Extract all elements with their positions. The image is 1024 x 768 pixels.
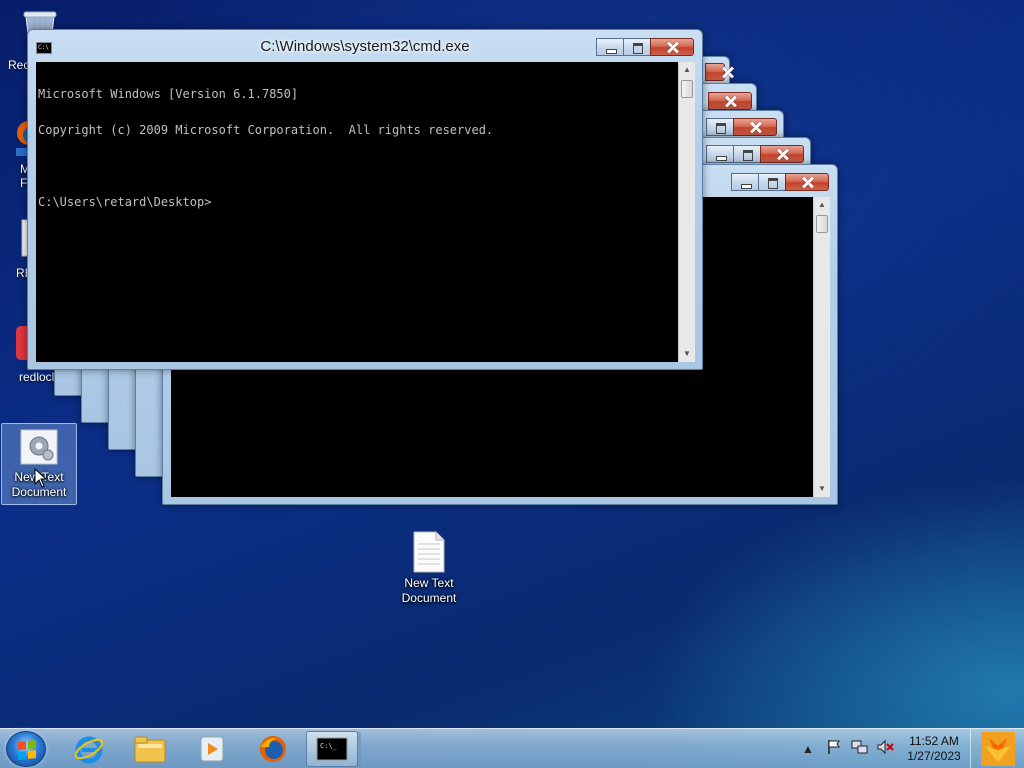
maximize-button[interactable]: [733, 145, 761, 163]
show-desktop-button[interactable]: [970, 729, 1024, 768]
window-controls: [596, 38, 694, 56]
text-document-icon: [413, 531, 445, 573]
close-button[interactable]: [708, 92, 752, 110]
scroll-thumb[interactable]: [681, 80, 693, 98]
cmd-icon: C:\_: [316, 737, 348, 761]
maximize-button[interactable]: [623, 38, 651, 56]
volume-muted-icon[interactable]: [874, 739, 898, 759]
network-icon[interactable]: [848, 739, 872, 759]
close-button[interactable]: [785, 173, 829, 191]
desktop-icon-new-text-document[interactable]: New Text Document: [391, 530, 467, 606]
window-controls: [706, 118, 777, 136]
console-line: Microsoft Windows [Version 6.1.7850]: [38, 87, 299, 101]
window-controls: [706, 145, 804, 163]
close-button[interactable]: [650, 38, 694, 56]
clock-time: 11:52 AM: [909, 734, 959, 748]
cmd-window-main[interactable]: C:\ C:\Windows\system32\cmd.exe Microsof…: [27, 29, 703, 370]
media-player-icon: [200, 736, 224, 762]
minimize-button[interactable]: [596, 38, 624, 56]
taskbar-media-player[interactable]: [182, 731, 240, 767]
firefox-icon: [260, 736, 286, 762]
settings-document-icon: [20, 429, 58, 465]
scroll-down-arrow-icon[interactable]: ▼: [679, 346, 695, 362]
minimize-button[interactable]: [731, 173, 759, 191]
close-button[interactable]: [733, 118, 777, 136]
taskbar-clock[interactable]: 11:52 AM 1/27/2023: [906, 734, 962, 764]
console-line: Copyright (c) 2009 Microsoft Corporation…: [38, 123, 494, 137]
maximize-button[interactable]: [706, 118, 734, 136]
taskbar-internet-explorer[interactable]: [60, 731, 118, 767]
svg-text:C:\_: C:\_: [320, 742, 338, 750]
desktop-icon-label: New Text Document: [401, 576, 457, 605]
scroll-thumb[interactable]: [816, 215, 828, 233]
desktop-icon-new-text-document-selected[interactable]: New Text Document: [1, 423, 77, 505]
taskbar-cmd[interactable]: C:\_: [306, 731, 358, 767]
system-tray: ▲: [794, 729, 898, 768]
user-flower-picture-icon: [980, 732, 1015, 766]
taskbar: C:\_ ▲ 11:52 AM 1/27/2023: [0, 728, 1024, 768]
action-center-flag-icon[interactable]: [822, 739, 846, 759]
windows-logo-icon: [18, 740, 36, 760]
vertical-scrollbar[interactable]: ▲ ▼: [813, 197, 830, 497]
clock-date: 1/27/2023: [907, 749, 961, 763]
window-controls: [705, 63, 725, 81]
taskbar-windows-explorer[interactable]: [121, 731, 179, 767]
scroll-down-arrow-icon[interactable]: ▼: [814, 481, 830, 497]
minimize-button[interactable]: [706, 145, 734, 163]
window-controls: [708, 92, 752, 110]
start-button[interactable]: [6, 731, 46, 767]
close-button[interactable]: [705, 63, 725, 81]
internet-explorer-icon: [74, 736, 104, 764]
taskbar-firefox[interactable]: [244, 731, 302, 767]
mouse-cursor-icon: [34, 468, 46, 488]
show-hidden-icons-icon[interactable]: ▲: [796, 739, 820, 759]
scroll-up-arrow-icon[interactable]: ▲: [679, 62, 695, 78]
desktop-icon-label: redlocl: [19, 370, 55, 384]
scroll-up-arrow-icon[interactable]: ▲: [814, 197, 830, 213]
console-prompt: C:\Users\retard\Desktop>: [38, 195, 212, 209]
close-button[interactable]: [760, 145, 804, 163]
vertical-scrollbar[interactable]: ▲ ▼: [678, 62, 695, 362]
console-area[interactable]: Microsoft Windows [Version 6.1.7850] Cop…: [36, 62, 678, 362]
maximize-button[interactable]: [758, 173, 786, 191]
window-controls: [731, 173, 829, 191]
windows-explorer-icon: [134, 736, 166, 763]
